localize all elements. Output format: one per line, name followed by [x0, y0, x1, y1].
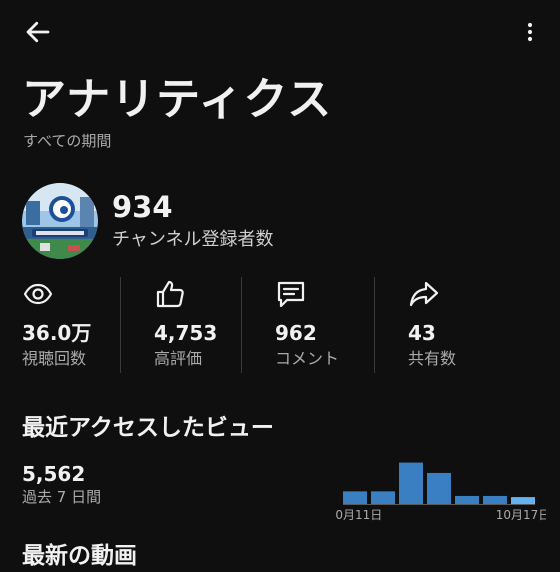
channel-avatar[interactable]: [22, 183, 98, 259]
more-options-button[interactable]: [512, 14, 548, 50]
stat-value: 4,753: [154, 321, 218, 345]
subscriber-label: チャンネル登録者数: [112, 229, 274, 250]
chart-tick-label: 10月17日: [496, 508, 546, 522]
page-title: アナリティクス: [22, 74, 333, 125]
arrow-left-icon: [26, 21, 50, 43]
recent-period-label: 過去 7 日間: [22, 488, 102, 506]
chart-bar: [371, 491, 395, 504]
share-icon: [409, 281, 439, 307]
stat-value: 43: [408, 321, 436, 345]
eye-icon: [23, 283, 53, 305]
divider: [241, 277, 242, 373]
stat-label: 高評価: [154, 349, 203, 368]
recent-views-chart[interactable]: 10月11日 10月17日: [336, 448, 546, 528]
chart-bar: [427, 472, 451, 504]
chart-tick-label: 10月11日: [336, 508, 382, 522]
chart-bar: [399, 462, 423, 504]
more-vertical-icon: [527, 22, 533, 42]
avatar-image: [22, 183, 98, 259]
top-bar: [0, 0, 560, 62]
stat-label: コメント: [275, 349, 340, 368]
back-button[interactable]: [20, 14, 56, 50]
stat-value: 36.0万: [22, 321, 92, 345]
channel-summary: 934 チャンネル登録者数: [22, 183, 542, 263]
stat-label: 視聴回数: [22, 349, 87, 368]
chart-bar: [483, 495, 507, 504]
thumbs-up-icon: [156, 280, 184, 308]
stat-label: 共有数: [408, 349, 457, 368]
recent-views-title: 最近アクセスしたビュー: [22, 415, 274, 441]
chart-bar: [455, 495, 479, 504]
stat-value: 962: [275, 321, 317, 345]
divider: [374, 277, 375, 373]
stats-row: 36.0万 視聴回数 4,753 高評価 962 コメント 43 共有数: [0, 275, 560, 375]
divider: [120, 277, 121, 373]
latest-videos-title: 最新の動画: [22, 543, 137, 569]
comment-icon: [277, 281, 305, 308]
date-range-label: すべての期間: [23, 132, 112, 150]
chart-bar: [343, 491, 367, 504]
chart-bar: [511, 497, 535, 504]
recent-views-count: 5,562: [22, 462, 86, 486]
subscriber-count: 934: [112, 190, 173, 224]
